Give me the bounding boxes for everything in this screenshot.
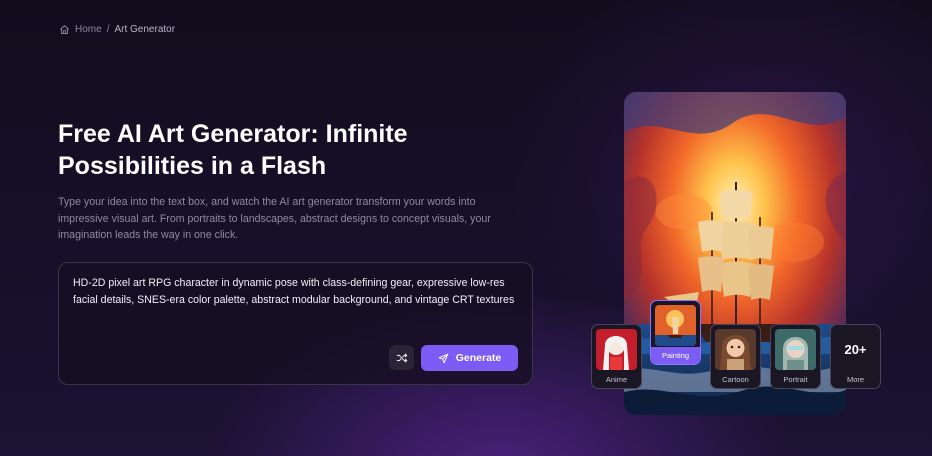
shuffle-icon <box>396 352 407 363</box>
breadcrumb-current: Art Generator <box>114 24 176 35</box>
style-label-more: More <box>846 375 865 384</box>
style-card-cartoon[interactable]: Cartoon <box>710 324 761 389</box>
prompt-input[interactable]: HD-2D pixel art RPG character in dynamic… <box>73 275 518 309</box>
painting-thumbnail <box>655 305 696 346</box>
breadcrumb-home-link[interactable]: Home <box>75 24 102 35</box>
generate-label: Generate <box>455 352 502 364</box>
style-card-more[interactable]: 20+ More <box>830 324 881 389</box>
breadcrumb: Home / Art Generator <box>59 24 175 35</box>
style-card-painting[interactable]: Painting <box>650 300 701 365</box>
cartoon-thumbnail <box>715 329 756 370</box>
style-card-portrait[interactable]: Portrait <box>770 324 821 389</box>
style-label-painting: Painting <box>651 347 700 364</box>
shuffle-button[interactable] <box>389 345 414 370</box>
breadcrumb-separator: / <box>106 24 110 35</box>
page-description: Type your idea into the text box, and wa… <box>58 196 491 241</box>
portrait-thumbnail <box>775 329 816 370</box>
style-label-portrait: Portrait <box>783 375 808 384</box>
anime-thumbnail <box>596 329 637 370</box>
send-icon <box>438 353 449 363</box>
style-label-anime: Anime <box>605 375 628 384</box>
page-title: Free AI Art Generator: Infinite Possibil… <box>58 120 408 180</box>
home-icon[interactable] <box>59 24 70 35</box>
prompt-box[interactable]: HD-2D pixel art RPG character in dynamic… <box>58 262 533 385</box>
generate-button[interactable]: Generate <box>421 345 518 371</box>
style-label-cartoon: Cartoon <box>722 375 749 384</box>
more-styles-count: 20+ <box>844 342 867 357</box>
style-card-anime[interactable]: Anime <box>591 324 642 389</box>
